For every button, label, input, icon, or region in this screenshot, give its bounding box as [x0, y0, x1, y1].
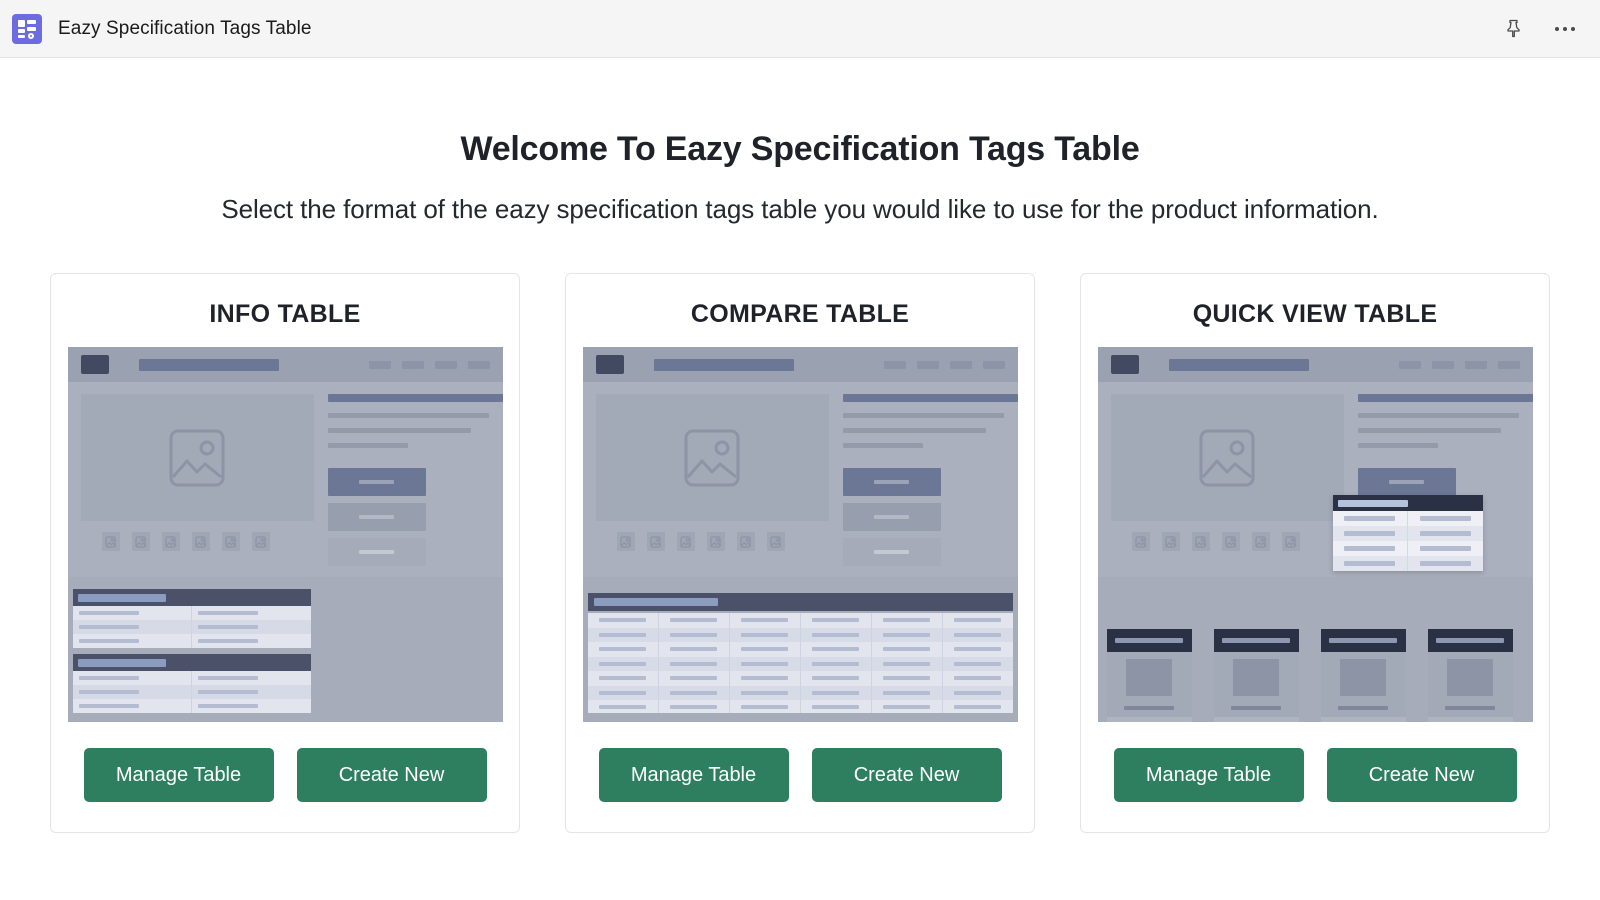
- preview-popup-header: [1332, 495, 1483, 511]
- preview-product-image-placeholder: [1110, 394, 1344, 521]
- preview-navbar-block: [653, 358, 794, 371]
- manage-table-button[interactable]: Manage Table: [1113, 748, 1304, 802]
- preview-product-card-row: [1106, 629, 1533, 722]
- preview-compare-area: [582, 577, 1018, 722]
- preview-compare-table-grid: [587, 613, 1013, 713]
- preview-product-title-bar: [1357, 394, 1533, 402]
- preview-navbar-block: [138, 358, 279, 371]
- preview-product-card: [1106, 629, 1192, 722]
- page-subtitle: Select the format of the eazy specificat…: [221, 194, 1379, 224]
- preview-compare-table: [582, 347, 1018, 722]
- manage-table-button[interactable]: Manage Table: [83, 748, 274, 802]
- image-placeholder-icon: [684, 429, 740, 486]
- pin-icon[interactable]: [1500, 16, 1526, 42]
- image-placeholder-icon: [1199, 429, 1255, 486]
- preview-spec-area: [67, 577, 503, 722]
- preview-logo-block: [80, 355, 109, 374]
- preview-info-table: [67, 347, 503, 722]
- create-new-button[interactable]: Create New: [811, 748, 1002, 802]
- card-actions: Manage Table Create New: [83, 748, 487, 802]
- preview-product-title-bar: [842, 394, 1018, 402]
- preview-product-details: [842, 394, 1018, 573]
- preview-logo-block: [595, 355, 624, 374]
- titlebar-right-group: [1500, 16, 1578, 42]
- preview-thumbnail-strip: [616, 532, 785, 551]
- preview-action-buttons: [327, 468, 503, 566]
- preview-nav-items: [1398, 360, 1520, 369]
- preview-hero-section: [67, 385, 503, 575]
- preview-thumbnail-strip: [101, 532, 270, 551]
- preview-quick-view-area: [1097, 577, 1533, 722]
- manage-table-button[interactable]: Manage Table: [598, 748, 789, 802]
- preview-popup-body: [1332, 511, 1483, 571]
- preview-nav-items: [368, 360, 490, 369]
- card-actions: Manage Table Create New: [598, 748, 1002, 802]
- create-new-button[interactable]: Create New: [1326, 748, 1517, 802]
- create-new-button[interactable]: Create New: [296, 748, 487, 802]
- table-app-icon: [12, 13, 42, 44]
- preview-compare-table-header: [587, 593, 1013, 611]
- preview-product-image-placeholder: [595, 394, 829, 521]
- card-info-table: INFO TABLE Manage Table Create New: [50, 273, 520, 833]
- card-title: COMPARE TABLE: [690, 300, 910, 328]
- more-options-icon[interactable]: [1552, 16, 1578, 42]
- preview-hero-section: [582, 385, 1018, 575]
- window-titlebar: Eazy Specification Tags Table: [0, 0, 1600, 58]
- preview-product-card: [1320, 629, 1406, 722]
- main-content: Welcome To Eazy Specification Tags Table…: [0, 130, 1600, 900]
- preview-product-card: [1213, 629, 1299, 722]
- preview-navbar-block: [1168, 358, 1309, 371]
- titlebar-left-group: Eazy Specification Tags Table: [12, 13, 312, 44]
- card-compare-table: COMPARE TABLE Manage Table Create New: [565, 273, 1035, 833]
- preview-browser-header: [1097, 347, 1533, 382]
- preview-product-details: [327, 394, 503, 573]
- preview-logo-block: [1110, 355, 1139, 374]
- preview-product-title-bar: [327, 394, 503, 402]
- preview-browser-header: [67, 347, 503, 382]
- preview-browser-header: [582, 347, 1018, 382]
- preview-nav-items: [883, 360, 1005, 369]
- preview-product-card: [1427, 629, 1513, 722]
- page-title: Welcome To Eazy Specification Tags Table: [460, 130, 1140, 168]
- card-title: INFO TABLE: [209, 300, 361, 328]
- card-quick-view-table: QUICK VIEW TABLE Manage Table Create New: [1080, 273, 1550, 833]
- card-actions: Manage Table Create New: [1113, 748, 1517, 802]
- image-placeholder-icon: [169, 429, 225, 486]
- preview-spec-block: [72, 654, 311, 713]
- app-title: Eazy Specification Tags Table: [58, 17, 312, 39]
- preview-spec-block: [72, 589, 311, 648]
- preview-product-image-placeholder: [80, 394, 314, 521]
- table-format-card-grid: INFO TABLE Manage Table Create New COMPA…: [30, 273, 1570, 833]
- preview-quick-view-table: [1097, 347, 1533, 722]
- preview-thumbnail-strip: [1131, 532, 1300, 551]
- preview-action-buttons: [842, 468, 1018, 566]
- card-title: QUICK VIEW TABLE: [1192, 300, 1438, 328]
- preview-quick-view-popup: [1332, 495, 1483, 571]
